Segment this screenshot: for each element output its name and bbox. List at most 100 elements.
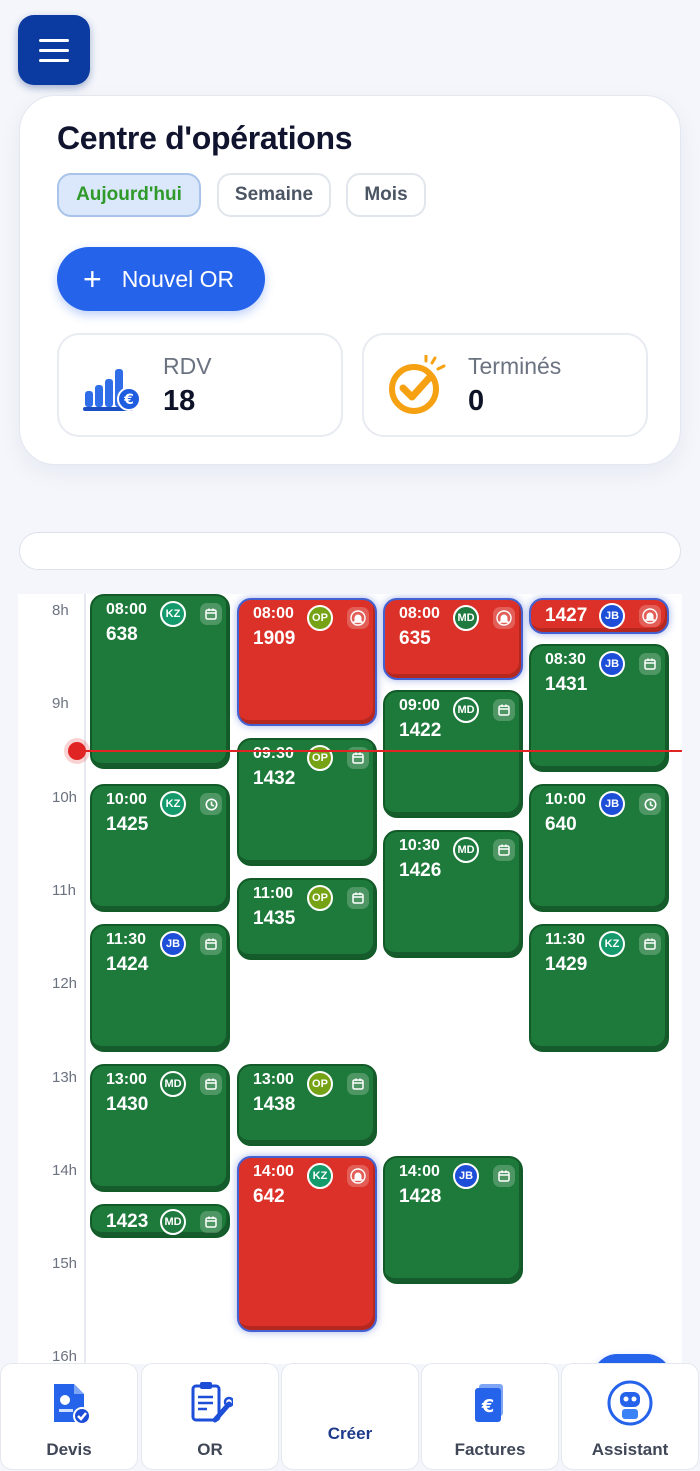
clipboard-tools-icon (191, 1382, 233, 1423)
nav-devis[interactable]: Devis (0, 1363, 138, 1470)
appointment-number: 1435 (253, 908, 296, 929)
nav-assistant[interactable]: Assistant (561, 1363, 699, 1470)
appointment-card[interactable]: 09:30 1432 OP (237, 738, 377, 866)
appointment-time: 09:00 (399, 697, 440, 714)
appointment-time: 10:30 (399, 837, 440, 854)
appointment-card[interactable]: 08:30 1431 JB (529, 644, 669, 772)
appointment-number: 642 (253, 1186, 285, 1207)
appointment-card[interactable]: 1427 JB (529, 598, 669, 634)
alarm-icon (493, 607, 515, 629)
appointment-card[interactable]: 14:00 1428 JB (383, 1156, 523, 1284)
stat-rdv[interactable]: € RDV 18 (57, 333, 343, 437)
tab-today[interactable]: Aujourd'hui (57, 173, 201, 217)
bottom-nav: Devis OR + Créer € Factures Assistan (0, 1354, 700, 1471)
stat-label: Terminés (468, 353, 562, 379)
technician-badge: MD (453, 605, 479, 631)
appointment-time: 11:30 (545, 931, 586, 948)
calendar-icon (347, 1073, 369, 1095)
calendar-icon (200, 1211, 222, 1233)
new-or-button[interactable]: + Nouvel OR (57, 247, 265, 311)
technician-badge: JB (453, 1163, 479, 1189)
appointment-time: 09:30 (253, 745, 294, 762)
nav-label: OR (197, 1440, 223, 1459)
technician-badge: OP (307, 605, 333, 631)
appointment-time: 10:00 (545, 791, 586, 808)
stat-value: 18 (163, 385, 196, 417)
invoice-euro-icon: € (475, 1384, 503, 1422)
hour-label: 15h (52, 1255, 78, 1273)
appointment-card[interactable]: 14:00 642 KZ (237, 1156, 377, 1332)
appointment-number: 1430 (106, 1094, 149, 1115)
appointment-time: 14:00 (253, 1163, 294, 1180)
hour-label: 10h (52, 788, 78, 806)
appointment-time: 14:00 (399, 1163, 440, 1180)
appointment-card[interactable]: 08:00 638 KZ (90, 594, 230, 769)
appointment-number: 635 (399, 628, 431, 649)
check-badge-icon (389, 355, 446, 414)
page-title: Centre d'opérations (57, 120, 353, 156)
calendar-icon (200, 1073, 222, 1095)
appointment-card[interactable]: 10:00 1425 KZ (90, 784, 230, 912)
tab-week[interactable]: Semaine (217, 173, 331, 217)
technician-badge: MD (453, 837, 479, 863)
technician-badge: KZ (160, 791, 186, 817)
technician-badge: JB (599, 603, 625, 629)
nav-label: Devis (46, 1440, 92, 1459)
current-time-dot (68, 742, 86, 760)
appointment-number: 1909 (253, 628, 296, 649)
appointment-time: 13:00 (253, 1071, 294, 1088)
appointment-number: 640 (545, 814, 577, 835)
technician-badge: OP (307, 885, 333, 911)
nav-factures[interactable]: € Factures (421, 1363, 559, 1470)
appointment-card[interactable]: 11:00 1435 OP (237, 878, 377, 960)
appointment-card[interactable]: 10:30 1426 MD (383, 830, 523, 958)
appointment-card[interactable]: 08:00 1909 OP (237, 598, 377, 726)
appointment-number: 1431 (545, 674, 588, 695)
hour-label: 11h (52, 881, 76, 899)
appointment-card[interactable]: 09:00 1422 MD (383, 690, 523, 818)
calendar-icon (639, 653, 661, 675)
technician-badge: JB (599, 791, 625, 817)
appointment-number: 1429 (545, 954, 588, 975)
appointment-number: 1428 (399, 1186, 442, 1207)
appointment-card[interactable]: 10:00 640 JB (529, 784, 669, 912)
appointment-card[interactable]: 13:00 1430 MD (90, 1064, 230, 1192)
hour-label: 12h (52, 975, 78, 993)
calendar-icon (200, 603, 222, 625)
robot-assistant-icon (607, 1380, 653, 1426)
stat-value: 0 (468, 385, 485, 417)
technician-badge: MD (160, 1209, 186, 1235)
hour-label: 8h (52, 602, 69, 619)
stat-label: RDV (163, 353, 212, 379)
current-time-line (76, 750, 682, 752)
appointment-card[interactable]: 11:30 1429 KZ (529, 924, 669, 1052)
time-axis-line (84, 594, 86, 1364)
nav-create[interactable]: + Créer (281, 1354, 671, 1470)
day-calendar: 8h 9h 10h 11h 12h 13h 14h 15h 16h 08:00 638 KZ 10:0… (18, 594, 682, 1364)
nav-label: Factures (454, 1440, 526, 1459)
hour-label: 14h (52, 1161, 78, 1179)
alarm-icon (347, 1165, 369, 1187)
nav-or[interactable]: OR (141, 1363, 279, 1470)
appointment-card[interactable]: 1423 MD (90, 1204, 230, 1238)
new-or-label: Nouvel OR (121, 265, 235, 292)
appointment-number: 1423 (106, 1211, 149, 1232)
stat-completed[interactable]: Terminés 0 (362, 333, 648, 437)
appointment-time: 13:00 (106, 1071, 147, 1088)
technician-badge: KZ (599, 931, 625, 957)
appointment-time: 08:00 (106, 601, 147, 618)
appointment-card[interactable]: 13:00 1438 OP (237, 1064, 377, 1146)
technician-badge: MD (453, 697, 479, 723)
tab-month[interactable]: Mois (346, 173, 426, 217)
appointment-time: 08:00 (399, 605, 440, 622)
technician-badge: JB (160, 931, 186, 957)
hamburger-icon (39, 38, 69, 42)
calendar-icon (493, 699, 515, 721)
appointment-card[interactable]: 11:30 1424 JB (90, 924, 230, 1052)
appointment-number: 1422 (399, 720, 442, 741)
appointment-number: 638 (106, 624, 138, 645)
menu-button[interactable] (18, 15, 90, 85)
filter-bar[interactable] (19, 532, 681, 570)
appointment-card[interactable]: 08:00 635 MD (383, 598, 523, 680)
appointment-number: 1425 (106, 814, 149, 835)
